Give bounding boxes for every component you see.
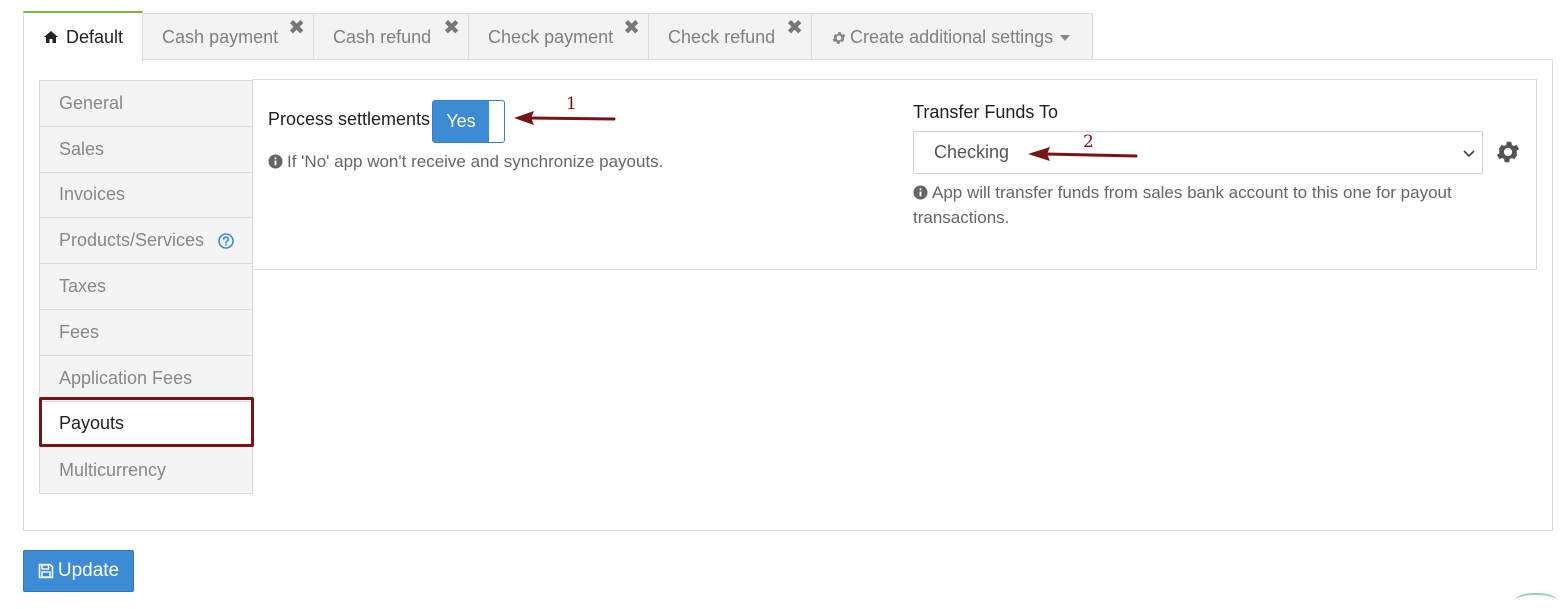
tab-label: Default (66, 26, 124, 47)
save-icon (38, 563, 54, 579)
question-circle-icon[interactable] (218, 232, 234, 249)
sidebar-item-multicurrency[interactable]: Multicurrency (40, 447, 252, 493)
sidebar-item-sales[interactable]: Sales (40, 127, 252, 173)
sidebar-item-label: Taxes (59, 276, 107, 297)
sidebar-item-label: Payouts (59, 413, 125, 434)
transfer-funds-select[interactable]: Checking (913, 131, 1483, 174)
info-icon (268, 154, 283, 169)
tab-create-additional-settings[interactable]: Create additional settings (811, 13, 1094, 61)
caret-down-icon (1059, 34, 1071, 42)
transfer-funds-label: Transfer Funds To (913, 102, 1059, 122)
tab-cash-refund[interactable]: Cash refund ✖ (313, 13, 470, 61)
help-text: App will transfer funds from sales bank … (913, 183, 1452, 227)
tab-check-refund[interactable]: Check refund ✖ (648, 13, 813, 61)
tab-check-payment[interactable]: Check payment ✖ (468, 13, 650, 61)
close-icon[interactable]: ✖ (443, 18, 460, 38)
close-icon[interactable]: ✖ (786, 18, 803, 38)
sidebar-item-application-fees[interactable]: Application Fees (40, 356, 252, 402)
sidebar-item-fees[interactable]: Fees (40, 310, 252, 356)
tab-label: Cash refund (333, 27, 432, 47)
sidebar-item-taxes[interactable]: Taxes (40, 264, 252, 310)
tab-label: Create additional settings (850, 27, 1054, 47)
sidebar-item-general[interactable]: General (40, 81, 252, 127)
toggle-yes-label: Yes (433, 101, 489, 142)
tab-label: Check refund (668, 27, 776, 47)
sidebar-item-products-services[interactable]: Products/Services (40, 218, 252, 265)
process-settlements-help: If 'No' app won't receive and synchroniz… (268, 149, 663, 174)
annotation-number-2: 2 (1083, 132, 1094, 152)
sidebar-item-label: Multicurrency (59, 459, 167, 480)
info-icon (913, 185, 928, 200)
tab-label: Check payment (488, 27, 614, 47)
gear-icon (831, 30, 847, 46)
select-value: Checking (934, 142, 1010, 162)
tab-default[interactable]: Default (23, 11, 144, 61)
sidebar-item-invoices[interactable]: Invoices (40, 173, 252, 219)
annotation-number-1: 1 (566, 94, 577, 114)
home-icon (43, 30, 59, 44)
sidebar-item-label: Products/Services (59, 230, 205, 251)
gear-icon[interactable] (1494, 138, 1522, 166)
sidebar-item-label: Invoices (59, 184, 126, 205)
chevron-down-icon (1462, 146, 1476, 160)
sidebar-item-label: Application Fees (59, 367, 193, 388)
process-settlements-toggle[interactable]: Yes (432, 100, 505, 143)
sidebar-item-label: Sales (59, 138, 105, 159)
transfer-funds-help: App will transfer funds from sales bank … (913, 180, 1513, 230)
update-button[interactable]: Update (23, 550, 134, 592)
sidebar-item-label: Fees (59, 321, 100, 342)
tab-cash-payment[interactable]: Cash payment ✖ (142, 13, 315, 61)
sidebar-item-label: General (59, 92, 124, 113)
close-icon[interactable]: ✖ (288, 18, 305, 38)
settings-tabs: Default Cash payment ✖ Cash refund ✖ Che… (23, 11, 1094, 61)
tab-label: Cash payment (162, 27, 279, 47)
help-text: If 'No' app won't receive and synchroniz… (287, 152, 664, 171)
close-icon[interactable]: ✖ (623, 18, 640, 38)
sidebar-item-payouts[interactable]: Payouts (40, 401, 252, 448)
corner-widget-edge (1514, 593, 1558, 609)
settings-sidebar: General Sales Invoices Products/Services… (39, 80, 253, 495)
process-settlements-label: Process settlements (268, 109, 431, 129)
update-label: Update (57, 560, 120, 581)
